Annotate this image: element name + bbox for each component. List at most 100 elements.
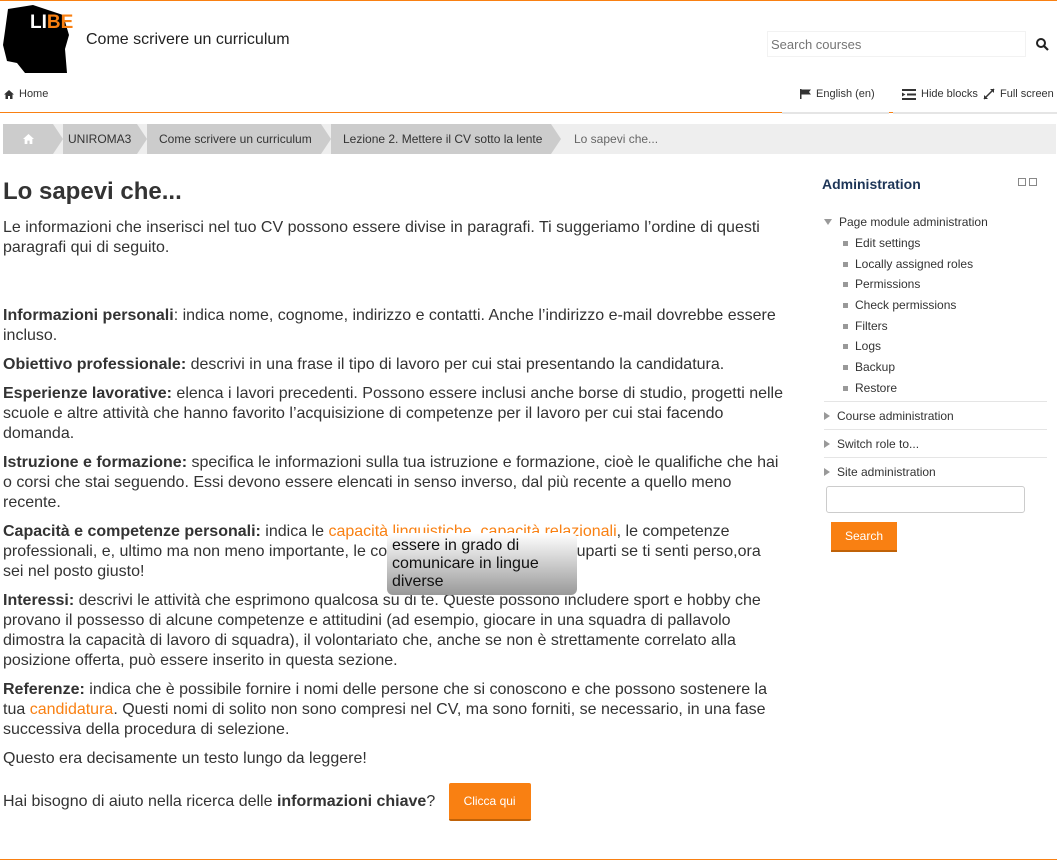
bullet-icon: [843, 364, 848, 370]
search-courses-input[interactable]: [767, 31, 1026, 57]
block-controls: [1018, 178, 1037, 186]
breadcrumb-separator: [551, 124, 561, 154]
site-logo[interactable]: LIBE: [3, 5, 74, 73]
outdent-icon: [902, 88, 916, 100]
bullet-icon: [843, 343, 848, 349]
search-icon: [1036, 38, 1049, 51]
switch-role-label: Switch role to...: [837, 437, 920, 451]
help-text: ?: [426, 793, 436, 811]
section-text: descrivi le attività che esprimono qualc…: [3, 592, 761, 669]
page-module-admin-node[interactable]: Page module administration: [824, 215, 988, 229]
section-text: descrivi in una frase il tipo di lavoro …: [186, 356, 725, 373]
section-paragraph: Esperienze lavorative: elenca i lavori p…: [3, 384, 783, 444]
section-heading: Informazioni personali: [3, 307, 174, 324]
intro-paragraph: Le informazioni che inserisci nel tuo CV…: [3, 219, 760, 256]
admin-item-label: Edit settings: [855, 236, 921, 250]
administration-block-title: Administration: [822, 176, 921, 192]
course-admin-node[interactable]: Course administration: [824, 409, 954, 423]
hide-blocks-label: Hide blocks: [921, 88, 978, 100]
site-admin-node[interactable]: Site administration: [824, 465, 936, 479]
breadcrumb-item-uniroma3[interactable]: UNIROMA3: [63, 124, 137, 154]
page-title: Lo sapevi che...: [3, 178, 182, 205]
bullet-icon: [843, 240, 848, 246]
flag-icon: [800, 89, 811, 99]
section-paragraph: Obiettivo professionale: descrivi in una…: [3, 355, 783, 375]
section-heading: Esperienze lavorative:: [3, 385, 172, 402]
language-menu[interactable]: English (en): [800, 88, 875, 100]
breadcrumb-separator: [137, 124, 147, 154]
section-heading: Obiettivo professionale:: [3, 356, 187, 373]
navbar: Home English (en) Hide blocks Full scree…: [0, 82, 1057, 113]
tree-divider: [824, 429, 1047, 430]
expanded-arrow-icon: [824, 219, 832, 225]
admin-item-logs[interactable]: Logs: [843, 339, 881, 353]
admin-item-label: Logs: [855, 339, 882, 353]
collapse-block-icon[interactable]: [1018, 178, 1026, 186]
candidatura-link[interactable]: candidatura: [30, 701, 114, 718]
logo-text: LIBE: [30, 12, 74, 33]
search-button[interactable]: [1029, 31, 1056, 58]
admin-item-backup[interactable]: Backup: [843, 360, 895, 374]
nav-home-label: Home: [19, 88, 49, 100]
full-screen-button[interactable]: Full screen: [983, 88, 1054, 100]
tree-divider: [824, 401, 1047, 402]
full-screen-label: Full screen: [1000, 88, 1054, 100]
section-paragraph: Istruzione e formazione: specifica le in…: [3, 453, 783, 513]
switch-role-node[interactable]: Switch role to...: [824, 437, 919, 451]
section-heading: Capacità e competenze personali:: [3, 523, 261, 540]
admin-item-locally-assigned-roles[interactable]: Locally assigned roles: [843, 257, 973, 271]
admin-item-label: Restore: [855, 381, 898, 395]
nav-home[interactable]: Home: [4, 88, 48, 100]
help-bold: informazioni chiave: [276, 793, 427, 811]
bullet-icon: [843, 281, 848, 287]
breadcrumb-item-course[interactable]: Come scrivere un curriculum: [147, 124, 321, 154]
section-text: indica le: [260, 523, 329, 540]
section-heading: Istruzione e formazione:: [3, 454, 188, 471]
admin-item-label: Filters: [855, 319, 888, 333]
help-paragraph: Hai bisogno di aiuto nella ricerca delle…: [3, 783, 783, 821]
nav-divider: [782, 112, 889, 114]
admin-item-permissions[interactable]: Permissions: [843, 277, 920, 291]
bullet-icon: [843, 261, 848, 267]
clicca-qui-button[interactable]: Clicca qui: [448, 783, 531, 821]
breadcrumb-home[interactable]: [3, 124, 53, 154]
tree-divider: [824, 457, 1047, 458]
collapsed-arrow-icon: [824, 412, 830, 420]
section-heading: Interessi:: [3, 592, 75, 609]
admin-item-check-permissions[interactable]: Check permissions: [843, 298, 956, 312]
expand-icon: [983, 88, 995, 100]
bullet-icon: [843, 302, 848, 308]
breadcrumb-separator: [53, 124, 63, 154]
breadcrumb-separator: [321, 124, 331, 154]
section-paragraph: Referenze: indica che è possibile fornir…: [3, 680, 783, 740]
admin-item-filters[interactable]: Filters: [843, 319, 888, 333]
breadcrumb: UNIROMA3 Come scrivere un curriculum Lez…: [3, 124, 1056, 154]
site-title[interactable]: Come scrivere un curriculum: [86, 31, 290, 49]
admin-item-label: Locally assigned roles: [855, 257, 974, 271]
bottom-accent-line: [0, 859, 1057, 860]
page-content: Le informazioni che inserisci nel tuo CV…: [3, 218, 783, 821]
admin-item-edit-settings[interactable]: Edit settings: [843, 236, 920, 250]
breadcrumb-item-lesson[interactable]: Lezione 2. Mettere il CV sotto la lente: [331, 124, 551, 154]
admin-item-label: Permissions: [855, 277, 921, 291]
collapsed-arrow-icon: [824, 440, 830, 448]
glossary-tooltip: essere in grado di comunicare in lingue …: [387, 533, 577, 595]
admin-item-restore[interactable]: Restore: [843, 381, 897, 395]
section-heading: Referenze:: [3, 681, 85, 698]
admin-search-button[interactable]: Search: [831, 522, 897, 552]
admin-item-label: Check permissions: [855, 298, 957, 312]
admin-search-input[interactable]: [826, 486, 1025, 513]
closing-text: Questo era decisamente un testo lungo da…: [3, 750, 367, 767]
course-admin-label: Course administration: [837, 409, 954, 423]
site-admin-label: Site administration: [837, 465, 936, 479]
language-label: English (en): [816, 88, 875, 100]
top-accent-line: [0, 0, 1057, 1]
home-icon: [22, 134, 34, 144]
collapsed-arrow-icon: [824, 468, 830, 476]
admin-item-label: Backup: [855, 360, 896, 374]
section-paragraph: Interessi: descrivi le attività che espr…: [3, 591, 783, 671]
dock-block-icon[interactable]: [1029, 178, 1037, 186]
help-text: Hai bisogno di aiuto nella ricerca delle: [3, 793, 277, 811]
hide-blocks-button[interactable]: Hide blocks: [902, 88, 978, 100]
nav-divider: [893, 112, 1057, 114]
